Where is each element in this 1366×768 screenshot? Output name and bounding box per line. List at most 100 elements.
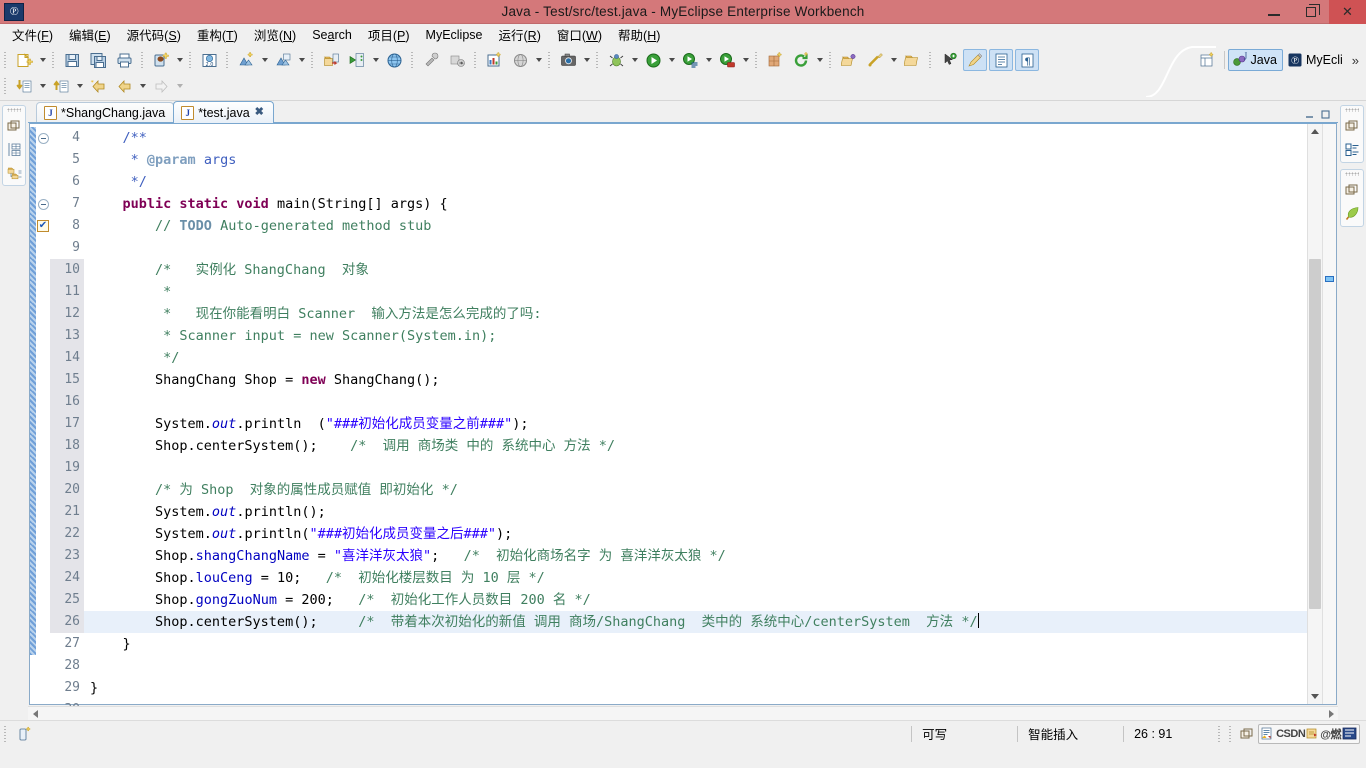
- new-java-project-dropdown-arrow[interactable]: [174, 49, 185, 71]
- code-line[interactable]: Shop.louCeng = 10; /* 初始化楼层数目 为 10 层 */: [84, 567, 1307, 589]
- toolbar-grip[interactable]: [546, 50, 553, 70]
- folding-ruler[interactable]: ✔: [36, 124, 50, 704]
- globe-icon[interactable]: [508, 49, 532, 71]
- code-line[interactable]: Shop.gongZuoNum = 200; /* 初始化工作人员数目 200 …: [84, 589, 1307, 611]
- db-refresh-icon[interactable]: [789, 49, 813, 71]
- close-button[interactable]: ✕: [1329, 0, 1366, 24]
- new-xml-dropdown-arrow[interactable]: [259, 49, 270, 71]
- code-line[interactable]: public static void main(String[] args) {: [84, 193, 1307, 215]
- snapshot-icon[interactable]: [556, 49, 580, 71]
- view-stack-grip[interactable]: [1345, 108, 1359, 112]
- package-explorer-icon[interactable]: [5, 140, 23, 158]
- build-icon[interactable]: [419, 49, 443, 71]
- run-dropdown-arrow[interactable]: [666, 49, 677, 71]
- report-icon[interactable]: [482, 49, 506, 71]
- code-line[interactable]: [84, 237, 1307, 259]
- maximize-button[interactable]: [1292, 0, 1329, 24]
- back-dropdown-arrow[interactable]: [137, 75, 148, 97]
- toolbar-grip[interactable]: [472, 50, 479, 70]
- run-icon[interactable]: [641, 49, 665, 71]
- back-new-icon[interactable]: [86, 75, 110, 97]
- scroll-left-arrow[interactable]: [28, 709, 42, 718]
- toolbar-grip[interactable]: [594, 50, 601, 70]
- toolbar-grip[interactable]: [224, 50, 231, 70]
- todo-task-icon[interactable]: ✔: [37, 220, 49, 232]
- toggle-mark-occurrences-icon[interactable]: [963, 49, 987, 71]
- debug-icon[interactable]: [604, 49, 628, 71]
- collapse-icon[interactable]: [37, 132, 49, 144]
- deploy-icon[interactable]: [319, 49, 343, 71]
- menu-item-10[interactable]: 窗口(W): [549, 23, 610, 46]
- open-resource-icon[interactable]: [900, 49, 924, 71]
- next-annotation-icon[interactable]: [937, 49, 961, 71]
- open-xml-icon[interactable]: [271, 49, 295, 71]
- open-perspective-icon[interactable]: [1196, 49, 1220, 71]
- code-line[interactable]: * 现在你能看明白 Scanner 输入方法是怎么完成的了吗:: [84, 303, 1307, 325]
- save-all-icon[interactable]: [86, 49, 110, 71]
- run-server-icon[interactable]: [345, 49, 369, 71]
- code-line[interactable]: */: [84, 171, 1307, 193]
- close-icon[interactable]: ✖: [254, 107, 265, 118]
- restore-view-icon[interactable]: [1343, 181, 1361, 199]
- run-external-icon[interactable]: [715, 49, 739, 71]
- task-marker[interactable]: ✔: [36, 215, 50, 237]
- restore-view-icon[interactable]: [1240, 727, 1254, 741]
- fold-marker[interactable]: [36, 193, 50, 215]
- code-line[interactable]: [84, 655, 1307, 677]
- horizontal-scrollbar[interactable]: [28, 706, 1338, 720]
- scrollbar-track[interactable]: [1308, 139, 1322, 689]
- menu-item-2[interactable]: 编辑(E): [61, 23, 119, 46]
- overview-ruler[interactable]: [1322, 124, 1336, 704]
- code-line[interactable]: System.out.println();: [84, 501, 1307, 523]
- status-bar-grip[interactable]: [1216, 723, 1224, 744]
- vertical-scrollbar[interactable]: [1307, 124, 1322, 704]
- open-xml-dropdown-arrow[interactable]: [296, 49, 307, 71]
- save-icon[interactable]: [60, 49, 84, 71]
- new-icon[interactable]: [12, 49, 36, 71]
- code-line[interactable]: Shop.centerSystem(); /* 带着本次初始化的新值 调用 商场…: [84, 611, 1307, 633]
- code-line[interactable]: [84, 457, 1307, 479]
- editor-tab-test[interactable]: J *test.java ✖: [173, 101, 274, 123]
- code-line[interactable]: * Scanner input = new Scanner(System.in)…: [84, 325, 1307, 347]
- status-bar-grip[interactable]: [2, 723, 9, 744]
- menu-item-11[interactable]: 帮助(H): [610, 23, 668, 46]
- toolbar-grip[interactable]: [139, 50, 146, 70]
- back-icon[interactable]: [112, 75, 136, 97]
- menu-item-7[interactable]: 项目(P): [360, 23, 418, 46]
- perspective-myeclipse[interactable]: ℗ MyEcli: [1283, 49, 1349, 71]
- toolbar-grip[interactable]: [187, 50, 194, 70]
- code-line[interactable]: * @param args: [84, 149, 1307, 171]
- code-line[interactable]: [84, 391, 1307, 413]
- minimize-button[interactable]: [1255, 0, 1292, 24]
- overview-marker[interactable]: [1325, 276, 1334, 282]
- open-type-hierarchy-icon[interactable]: [49, 75, 73, 97]
- menu-item-8[interactable]: MyEclipse: [418, 26, 491, 44]
- myeclipse-leaf-icon[interactable]: [1343, 204, 1361, 222]
- snapshot-dropdown-arrow[interactable]: [581, 49, 592, 71]
- code-line[interactable]: /* 为 Shop 对象的属性成员赋值 即初始化 */: [84, 479, 1307, 501]
- code-line[interactable]: /**: [84, 127, 1307, 149]
- run-external-dropdown-arrow[interactable]: [740, 49, 751, 71]
- code-line[interactable]: /* 实例化 ShangChang 对象: [84, 259, 1307, 281]
- print-icon[interactable]: [112, 49, 136, 71]
- code-line[interactable]: }: [84, 677, 1307, 699]
- build-all-icon[interactable]: [445, 49, 469, 71]
- toolbar-grip[interactable]: [409, 50, 416, 70]
- code-line[interactable]: Shop.shangChangName = "喜洋洋灰太狼"; /* 初始化商场…: [84, 545, 1307, 567]
- minimize-icon[interactable]: [1303, 108, 1316, 121]
- open-type-icon[interactable]: [837, 49, 861, 71]
- scrollbar-thumb[interactable]: [1309, 259, 1321, 609]
- perspective-java[interactable]: J Java: [1227, 49, 1283, 71]
- open-declaration-icon[interactable]: [12, 75, 36, 97]
- open-type-hierarchy-dropdown-arrow[interactable]: [74, 75, 85, 97]
- toolbar-grip[interactable]: [927, 50, 934, 70]
- show-whitespace-icon[interactable]: [989, 49, 1013, 71]
- code-line[interactable]: */: [84, 347, 1307, 369]
- code-line[interactable]: }: [84, 633, 1307, 655]
- scroll-down-arrow[interactable]: [1308, 689, 1322, 704]
- code-line[interactable]: Shop.centerSystem(); /* 调用 商场类 中的 系统中心 方…: [84, 435, 1307, 457]
- open-task-icon[interactable]: [863, 49, 887, 71]
- run-history-dropdown-arrow[interactable]: [703, 49, 714, 71]
- code-line[interactable]: System.out.println("###初始化成员变量之后###");: [84, 523, 1307, 545]
- db-new-icon[interactable]: [763, 49, 787, 71]
